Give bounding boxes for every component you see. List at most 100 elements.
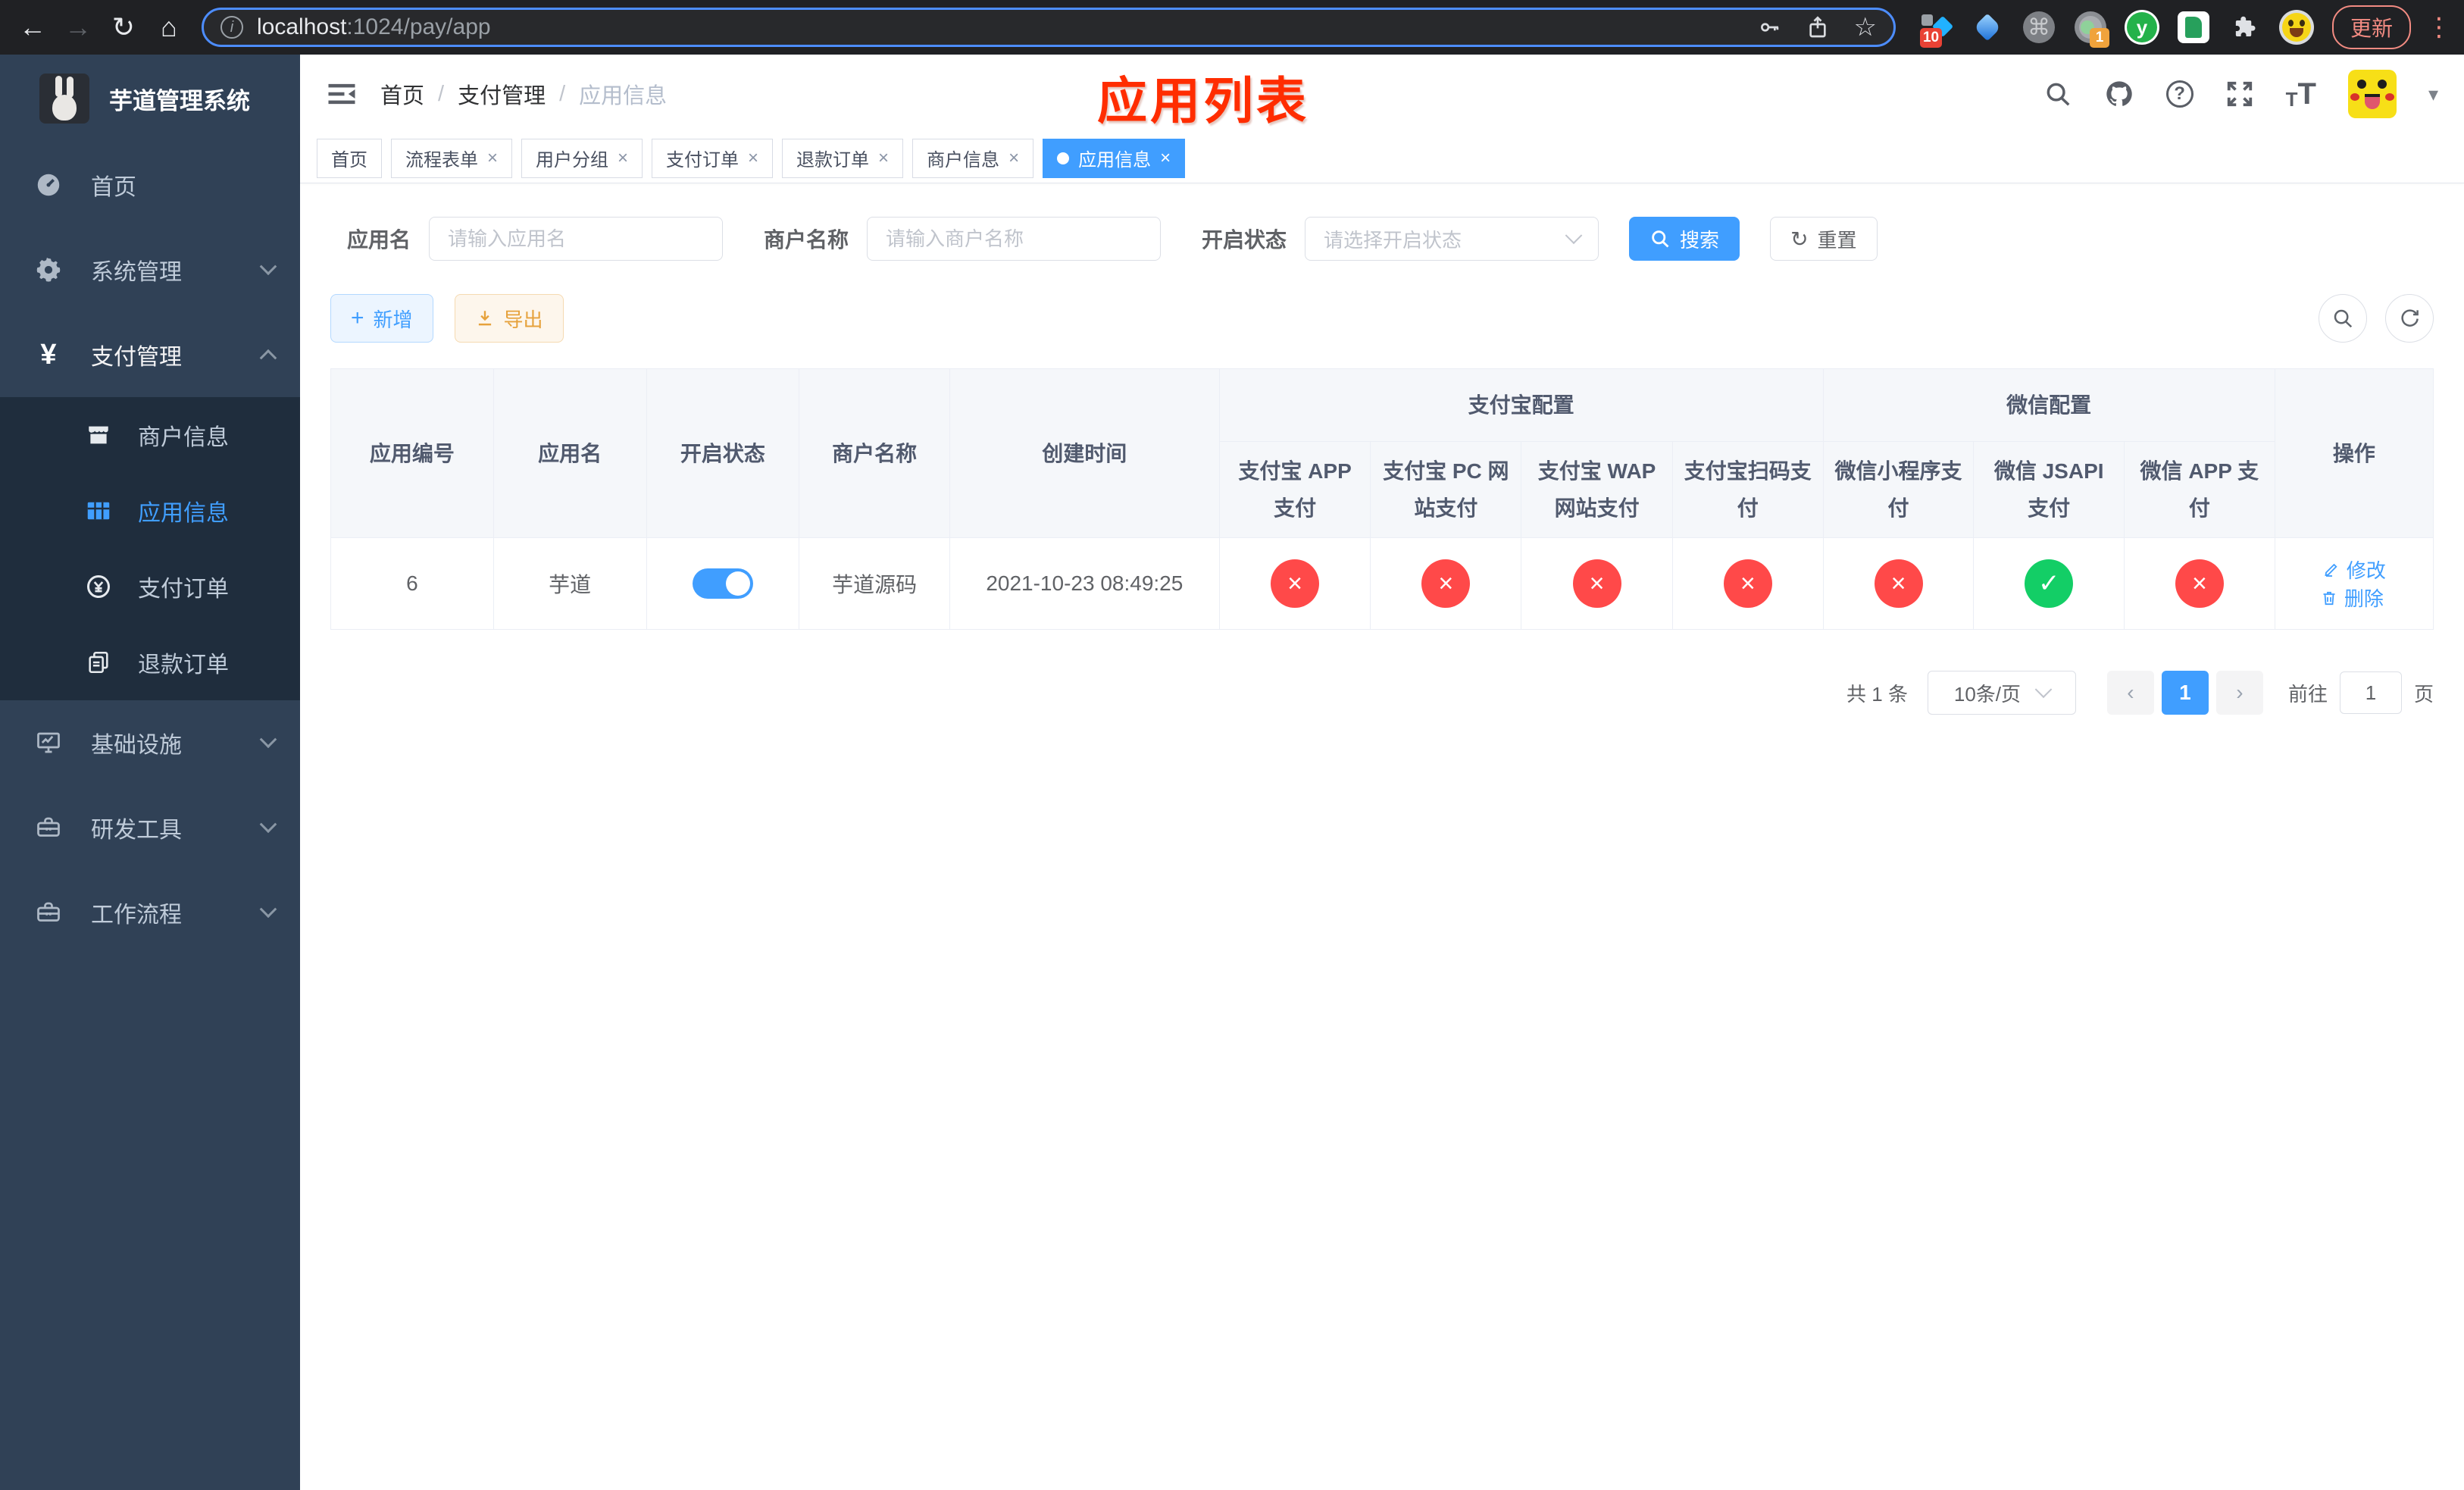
- sidebar-item-refund-order[interactable]: 退款订单: [0, 624, 300, 700]
- delete-link[interactable]: 删除: [2320, 584, 2384, 612]
- help-icon[interactable]: ?: [2165, 80, 2194, 108]
- add-button[interactable]: + 新增: [330, 294, 433, 343]
- browser-back-button[interactable]: ←: [12, 7, 53, 48]
- group-header-alipay: 支付宝配置: [1218, 368, 1824, 442]
- browser-forward-button[interactable]: →: [58, 7, 98, 48]
- merchant-name-input[interactable]: [867, 217, 1162, 261]
- navbar: 首页 / 支付管理 / 应用信息 ? TT ▾: [300, 55, 2464, 133]
- sidebar-item-app-info[interactable]: 应用信息: [0, 473, 300, 549]
- kite-extension-icon[interactable]: [1970, 10, 2005, 45]
- tab-refund-order[interactable]: 退款订单 ×: [782, 138, 904, 178]
- reset-button[interactable]: ↻ 重置: [1770, 217, 1878, 261]
- sidebar-item-system[interactable]: 系统管理: [0, 227, 300, 312]
- url-text: localhost:1024/pay/app: [257, 14, 491, 39]
- refresh-table-button[interactable]: [2385, 294, 2434, 343]
- chevron-down-icon: [259, 258, 277, 276]
- close-icon[interactable]: ×: [618, 148, 628, 169]
- notes-extension-icon[interactable]: [2176, 10, 2211, 45]
- merchant-name-label: 商户名称: [764, 228, 849, 252]
- status-x-icon: ×: [1421, 559, 1471, 608]
- tab-pay-order[interactable]: 支付订单 ×: [652, 138, 774, 178]
- chevron-up-icon: [259, 349, 277, 367]
- breadcrumb-current: 应用信息: [579, 84, 668, 108]
- adblock-extension-icon[interactable]: 10: [1918, 10, 1954, 48]
- share-icon[interactable]: [1806, 15, 1830, 39]
- prev-page-button[interactable]: ‹: [2106, 671, 2154, 715]
- site-info-icon[interactable]: i: [220, 16, 243, 39]
- avatar-caret-down-icon[interactable]: ▾: [2428, 83, 2438, 106]
- font-size-icon[interactable]: TT: [2286, 77, 2316, 111]
- browser-menu-icon[interactable]: ⋮: [2426, 12, 2452, 42]
- close-icon[interactable]: ×: [1160, 148, 1171, 169]
- sidebar-item-infra[interactable]: 基础设施: [0, 700, 300, 785]
- export-button[interactable]: 导出: [454, 294, 564, 343]
- address-bar[interactable]: i localhost:1024/pay/app ☆: [202, 8, 1896, 47]
- browser-reload-button[interactable]: ↻: [103, 7, 144, 48]
- refresh-icon: [2401, 309, 2419, 327]
- cell-app-name: 芋道: [492, 537, 647, 630]
- sidebar-item-payment[interactable]: ¥ 支付管理: [0, 312, 300, 397]
- password-key-icon[interactable]: [1757, 15, 1781, 39]
- close-icon[interactable]: ×: [487, 148, 498, 169]
- session-extension-icon[interactable]: 1: [2073, 10, 2109, 48]
- dashboard-icon: [32, 171, 65, 199]
- tab-process-form[interactable]: 流程表单 ×: [391, 138, 513, 178]
- status-x-icon: ×: [2175, 559, 2224, 608]
- fullscreen-icon[interactable]: [2225, 80, 2254, 108]
- goto-page-input[interactable]: [2339, 671, 2402, 714]
- goto-label: 前往: [2287, 682, 2328, 706]
- close-icon[interactable]: ×: [878, 148, 889, 169]
- group-header-wechat: 微信配置: [1822, 368, 2275, 442]
- search-icon[interactable]: [2043, 80, 2072, 108]
- status-select[interactable]: 请选择开启状态: [1305, 217, 1599, 261]
- app-name-input[interactable]: [429, 217, 724, 261]
- y-extension-icon[interactable]: y: [2124, 10, 2159, 45]
- page-number-button[interactable]: 1: [2161, 671, 2209, 715]
- col-header-id: 应用编号: [330, 368, 494, 538]
- download-icon: [478, 311, 491, 326]
- col-header-alipay-wap: 支付宝 WAP 网站支付: [1521, 441, 1673, 538]
- chevron-down-icon: [1565, 227, 1583, 245]
- edit-link[interactable]: 修改: [2322, 556, 2386, 584]
- sidebar-item-workflow[interactable]: 工作流程: [0, 870, 300, 955]
- payment-submenu: 商户信息 应用信息 支付订单 退款订单: [0, 397, 300, 700]
- profile-avatar-icon[interactable]: [2278, 10, 2314, 45]
- sidebar-item-label: 工作流程: [91, 903, 182, 928]
- app-table: 应用编号 应用名 开启状态 商户名称 创建时间 支付宝配置 微信配置 操作 支付…: [330, 368, 2434, 630]
- extensions-puzzle-icon[interactable]: [2228, 10, 2262, 45]
- breadcrumb-payment[interactable]: 支付管理: [458, 78, 546, 110]
- app-logo[interactable]: 芋道管理系统: [0, 55, 300, 142]
- sidebar-item-devtools[interactable]: 研发工具: [0, 785, 300, 870]
- sidebar-item-label: 支付订单: [138, 577, 229, 602]
- bookmark-star-icon[interactable]: ☆: [1854, 14, 1877, 40]
- sidebar-item-home[interactable]: 首页: [0, 142, 300, 227]
- toggle-search-button[interactable]: [2319, 294, 2367, 343]
- tab-user-group[interactable]: 用户分组 ×: [521, 138, 643, 178]
- col-header-alipay-pc: 支付宝 PC 网站支付: [1370, 441, 1522, 538]
- browser-home-button[interactable]: ⌂: [149, 7, 189, 48]
- user-avatar[interactable]: [2347, 70, 2397, 118]
- close-icon[interactable]: ×: [748, 148, 758, 169]
- command-extension-icon[interactable]: ⌘: [2022, 10, 2056, 45]
- col-header-name: 应用名: [492, 368, 647, 538]
- chrome-update-button[interactable]: 更新: [2331, 5, 2411, 49]
- github-icon[interactable]: [2104, 79, 2134, 109]
- chevron-down-icon: [259, 900, 277, 919]
- tab-app-info[interactable]: 应用信息 ×: [1043, 138, 1186, 178]
- next-page-button[interactable]: ›: [2215, 671, 2263, 715]
- col-header-status: 开启状态: [646, 368, 800, 538]
- sidebar: 芋道管理系统 首页 系统管理 ¥ 支付管理 商户信息 应用信息 支付订单 退款订…: [0, 55, 300, 1490]
- chevron-down-icon: [259, 731, 277, 749]
- sidebar-item-merchant-info[interactable]: 商户信息: [0, 397, 300, 473]
- breadcrumb-home[interactable]: 首页: [380, 78, 424, 110]
- close-icon[interactable]: ×: [1008, 148, 1019, 169]
- tab-merchant-info[interactable]: 商户信息 ×: [912, 138, 1034, 178]
- search-icon: [1652, 230, 1669, 248]
- page-size-select[interactable]: 10条/页: [1927, 671, 2076, 715]
- sidebar-collapse-icon[interactable]: [326, 78, 358, 110]
- sidebar-item-pay-order[interactable]: 支付订单: [0, 549, 300, 624]
- col-header-merchant: 商户名称: [799, 368, 950, 538]
- tab-home[interactable]: 首页: [317, 138, 382, 178]
- status-toggle[interactable]: [692, 568, 753, 599]
- search-button[interactable]: 搜索: [1629, 217, 1740, 261]
